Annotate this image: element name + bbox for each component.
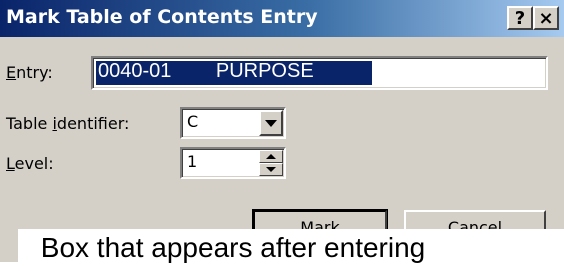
dialog-title: Mark Table of Contents Entry bbox=[6, 6, 318, 28]
title-bar[interactable]: Mark Table of Contents Entry ? × bbox=[0, 0, 564, 37]
mark-toc-entry-dialog: Mark Table of Contents Entry ? × Entry: … bbox=[0, 0, 564, 262]
entry-label: Entry: bbox=[6, 63, 53, 82]
level-label: Level: bbox=[6, 154, 54, 173]
level-stepper[interactable]: 1 bbox=[180, 147, 286, 179]
chevron-down-icon bbox=[265, 119, 277, 127]
entry-value: 0040-01 PURPOSE bbox=[98, 60, 314, 82]
table-identifier-label: Table identifier: bbox=[6, 114, 130, 133]
close-button[interactable]: × bbox=[533, 6, 559, 30]
arrow-down-icon bbox=[266, 167, 276, 172]
entry-input[interactable]: 0040-01 PURPOSE bbox=[91, 56, 548, 90]
table-identifier-dropdown-button[interactable] bbox=[259, 110, 283, 136]
level-increment-button[interactable] bbox=[259, 150, 283, 163]
table-identifier-select[interactable]: C bbox=[180, 107, 286, 139]
caption-text: Box that appears after entering bbox=[40, 232, 426, 263]
help-button[interactable]: ? bbox=[507, 6, 533, 30]
table-identifier-value: C bbox=[187, 112, 199, 131]
level-value: 1 bbox=[187, 152, 198, 171]
arrow-up-icon bbox=[266, 154, 276, 159]
help-icon: ? bbox=[514, 7, 526, 29]
close-icon: × bbox=[538, 7, 554, 29]
caption-box: Box that appears after entering bbox=[18, 229, 564, 271]
level-decrement-button[interactable] bbox=[259, 163, 283, 176]
